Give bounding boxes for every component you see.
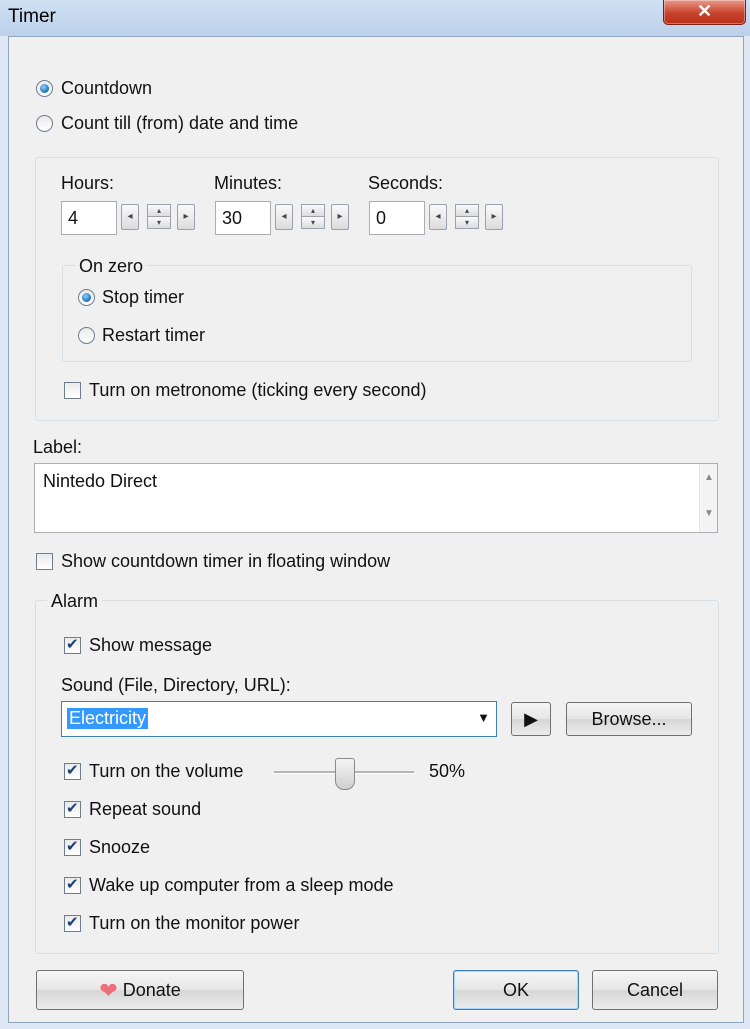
minutes-value: 30 [222, 208, 243, 228]
heart-icon: ❤ [99, 978, 118, 1003]
monitor-power-label[interactable]: Turn on the monitor power [89, 913, 299, 934]
count-till-radio[interactable] [36, 115, 53, 132]
volume-checkbox[interactable] [64, 761, 81, 780]
label-textarea[interactable]: Nintedo Direct ▲ ▼ [34, 463, 718, 533]
down-icon[interactable]: ▾ [455, 216, 479, 229]
play-icon: ▶ [524, 709, 538, 729]
label-scrollbar[interactable]: ▲ ▼ [699, 464, 717, 532]
hours-value: 4 [68, 208, 79, 228]
dialog-body: Countdown Count till (from) date and tim… [8, 36, 744, 1023]
alarm-legend: Alarm [47, 591, 103, 612]
countdown-radio[interactable] [36, 80, 53, 97]
repeat-sound-checkbox[interactable] [64, 799, 81, 818]
stop-timer-label[interactable]: Stop timer [102, 287, 184, 308]
hours-field[interactable]: 4 [61, 201, 117, 235]
close-button[interactable]: ✕ [663, 0, 746, 25]
seconds-label: Seconds: [368, 173, 444, 193]
volume-slider[interactable] [274, 758, 414, 790]
countdown-label[interactable]: Countdown [61, 78, 152, 99]
window-title: Timer [8, 6, 56, 27]
increase-icon[interactable]: ▸ [485, 204, 503, 230]
wake-computer-label[interactable]: Wake up computer from a sleep mode [89, 875, 393, 896]
decrease-icon[interactable]: ◂ [429, 204, 447, 230]
browse-button[interactable]: Browse... [566, 702, 692, 736]
restart-timer-radio[interactable] [78, 327, 95, 344]
metronome-checkbox[interactable] [64, 382, 81, 399]
decrease-icon[interactable]: ◂ [275, 204, 293, 230]
count-till-label[interactable]: Count till (from) date and time [61, 113, 298, 134]
show-message-label[interactable]: Show message [89, 635, 212, 656]
label-caption: Label: [33, 437, 83, 457]
seconds-spinner[interactable]: ◂ ▴ ▾ ▸ [429, 201, 509, 231]
sound-label: Sound (File, Directory, URL): [61, 675, 291, 695]
show-message-checkbox[interactable] [64, 635, 81, 654]
scroll-down-icon[interactable]: ▼ [704, 508, 714, 519]
volume-thumb[interactable] [335, 758, 355, 790]
seconds-field[interactable]: 0 [369, 201, 425, 235]
increase-icon[interactable]: ▸ [331, 204, 349, 230]
play-sound-button[interactable]: ▶ [511, 702, 551, 736]
seconds-value: 0 [376, 208, 387, 228]
on-zero-group [62, 265, 692, 362]
snooze-checkbox[interactable] [64, 837, 81, 856]
restart-timer-label[interactable]: Restart timer [102, 325, 205, 346]
decrease-icon[interactable]: ◂ [121, 204, 139, 230]
minutes-field[interactable]: 30 [215, 201, 271, 235]
minutes-label: Minutes: [214, 173, 283, 193]
volume-value: 50% [429, 761, 466, 781]
hours-label: Hours: [61, 173, 115, 193]
hours-spinner[interactable]: ◂ ▴ ▾ ▸ [121, 201, 201, 231]
repeat-sound-label[interactable]: Repeat sound [89, 799, 201, 820]
monitor-power-checkbox[interactable] [64, 913, 81, 932]
minutes-spinner[interactable]: ◂ ▴ ▾ ▸ [275, 201, 355, 231]
ok-button[interactable]: OK [453, 970, 579, 1010]
title-bar: Timer ✕ [0, 0, 750, 36]
cancel-button[interactable]: Cancel [592, 970, 718, 1010]
volume-label[interactable]: Turn on the volume [89, 761, 243, 782]
down-icon[interactable]: ▾ [301, 216, 325, 229]
sound-value: Electricity [67, 708, 149, 729]
close-icon: ✕ [696, 1, 713, 21]
increase-icon[interactable]: ▸ [177, 204, 195, 230]
sound-combobox[interactable]: Electricity ▼ [61, 701, 497, 737]
wake-computer-checkbox[interactable] [64, 875, 81, 894]
donate-label: Donate [122, 980, 181, 1000]
snooze-label[interactable]: Snooze [89, 837, 150, 858]
donate-button[interactable]: ❤ Donate [36, 970, 244, 1010]
label-text: Nintedo Direct [43, 471, 158, 491]
dropdown-arrow-icon[interactable]: ▼ [477, 710, 490, 725]
down-icon[interactable]: ▾ [147, 216, 171, 229]
metronome-label[interactable]: Turn on metronome (ticking every second) [89, 380, 426, 401]
stop-timer-radio[interactable] [78, 289, 95, 306]
scroll-up-icon[interactable]: ▲ [704, 472, 714, 483]
floating-window-checkbox[interactable] [36, 553, 53, 570]
floating-window-label[interactable]: Show countdown timer in floating window [61, 551, 390, 572]
on-zero-legend: On zero [75, 256, 148, 277]
